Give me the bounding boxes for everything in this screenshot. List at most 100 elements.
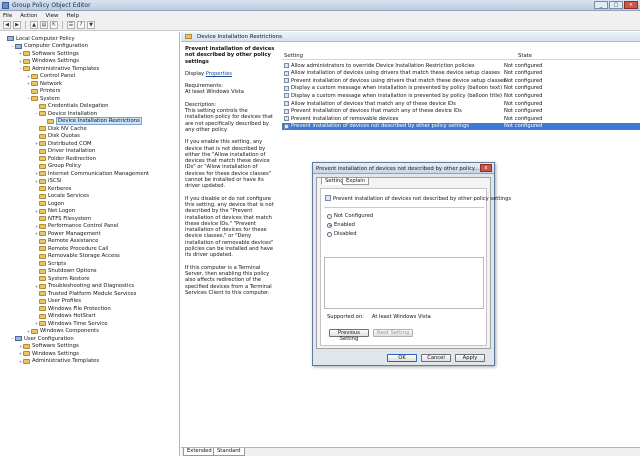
tree-item[interactable]: Logon	[34, 200, 64, 207]
back-icon[interactable]: ◀	[3, 21, 11, 29]
tab-explain[interactable]: Explain	[342, 177, 369, 185]
radio-button[interactable]	[327, 213, 332, 219]
tree-item[interactable]: + Administrative Templates	[18, 358, 99, 365]
column-setting[interactable]: Setting	[284, 53, 303, 59]
radio-not-configured[interactable]: Not Configured	[327, 213, 373, 219]
tree-item[interactable]: Windows HotStart	[34, 313, 96, 320]
folder-icon	[39, 231, 46, 236]
tree-item[interactable]: − Administrative Templates	[18, 65, 99, 72]
tree-item[interactable]: + iSCSI	[34, 178, 62, 185]
next-setting-button[interactable]: Next Setting	[373, 329, 413, 337]
tree-item[interactable]: Printers	[26, 88, 60, 95]
tree-item-label: Administrative Templates	[32, 358, 100, 364]
table-row[interactable]: Display a custom message when installati…	[282, 92, 640, 100]
tree-item[interactable]: Shutdown Options	[34, 268, 97, 275]
setting-name: Allow administrators to override Device …	[291, 62, 475, 69]
setting-state: Not configured	[504, 62, 543, 69]
tree-item[interactable]: + Distributed COM	[34, 140, 92, 147]
tree-item[interactable]: + Power Management	[34, 230, 101, 237]
tree-item[interactable]: Windows File Protection	[34, 305, 111, 312]
tree-item[interactable]: Device Installation Restrictions	[42, 117, 142, 125]
tree-item[interactable]: NTFS Filesystem	[34, 215, 91, 222]
tree-item[interactable]: − Computer Configuration	[10, 43, 88, 50]
table-row[interactable]: Allow installation of devices using driv…	[282, 70, 640, 78]
properties-link[interactable]: Properties	[206, 71, 232, 77]
forward-icon[interactable]: ▶	[13, 21, 21, 29]
tree-item[interactable]: Locale Services	[34, 193, 89, 200]
table-row[interactable]: Prevent installation of devices that mat…	[282, 108, 640, 116]
tree-item[interactable]: + Windows Settings	[18, 350, 79, 357]
up-icon[interactable]: ▲	[30, 21, 38, 29]
tree-item-label: Windows File Protection	[48, 305, 111, 312]
radio-disabled[interactable]: Disabled	[327, 231, 357, 237]
maximize-icon[interactable]: □	[609, 1, 623, 9]
tree-item[interactable]: − Device Installation	[34, 110, 97, 117]
menu-action[interactable]: Action	[20, 13, 37, 19]
tree-item[interactable]: Trusted Platform Module Services	[34, 290, 136, 297]
radio-enabled[interactable]: Enabled	[327, 222, 355, 228]
export-icon[interactable]: ⇱	[50, 21, 58, 29]
dialog-close-icon[interactable]: x	[480, 164, 492, 172]
tree-item[interactable]: Disk NV Cache	[34, 125, 87, 132]
table-row[interactable]: Display a custom message when installati…	[282, 85, 640, 93]
apply-button[interactable]: Apply	[455, 354, 485, 362]
tree-item[interactable]: + Software Settings	[18, 343, 79, 350]
cancel-button[interactable]: Cancel	[421, 354, 451, 362]
tree-item[interactable]: + Windows Settings	[18, 58, 79, 65]
table-row[interactable]: Prevent installation of devices not desc…	[282, 122, 640, 131]
description-p1: This setting controls the installation p…	[185, 108, 273, 133]
filter-icon[interactable]: ▼	[87, 21, 95, 29]
close-icon[interactable]: ×	[624, 1, 638, 9]
radio-button[interactable]	[327, 231, 332, 237]
menu-help[interactable]: Help	[67, 13, 80, 19]
tree-item[interactable]: Folder Redirection	[34, 155, 96, 162]
tree-item[interactable]: + Windows Components	[26, 328, 99, 335]
display-properties: Display Properties	[185, 71, 277, 77]
tree-item[interactable]: Driver Installation	[34, 148, 95, 155]
previous-setting-button[interactable]: Previous Setting	[329, 329, 369, 342]
properties-icon[interactable]: ☰	[67, 21, 75, 29]
tree-item-label: User Configuration	[24, 335, 74, 342]
tree-item-label: Administrative Templates	[32, 65, 100, 72]
tree-item[interactable]: User Profiles	[34, 298, 81, 305]
table-row[interactable]: Prevent installation of removable device…	[282, 115, 640, 123]
tab-standard[interactable]: Standard	[213, 448, 245, 456]
minimize-icon[interactable]: _	[594, 1, 608, 9]
table-row[interactable]: Prevent installation of devices using dr…	[282, 77, 640, 85]
tree-item[interactable]: Remote Procedure Call	[34, 245, 108, 252]
menu-file[interactable]: File	[3, 13, 12, 19]
tree-item[interactable]: + Performance Control Panel	[34, 223, 119, 230]
tree-item[interactable]: Kerberos	[34, 185, 71, 192]
tree-item[interactable]: − User Configuration	[10, 335, 74, 342]
tree-item[interactable]: System Restore	[34, 275, 90, 282]
tree-item-label: Distributed COM	[48, 140, 92, 147]
tree-item[interactable]: Scripts	[34, 260, 66, 267]
column-state[interactable]: State	[518, 53, 532, 59]
tree-item[interactable]: + Network	[26, 80, 62, 87]
tree-item[interactable]: Local Computer Policy	[2, 35, 75, 42]
tree-item[interactable]: Group Policy	[34, 163, 81, 170]
setting-state: Not configured	[504, 108, 543, 115]
tree-item[interactable]: Removable Storage Access	[34, 253, 120, 260]
tree-item[interactable]: + Internet Communication Management	[34, 170, 149, 177]
menu-view[interactable]: View	[45, 13, 58, 19]
tree-item[interactable]: Disk Quotas	[34, 133, 80, 140]
tree-item[interactable]: + Software Settings	[18, 50, 79, 57]
table-row[interactable]: Allow administrators to override Device …	[282, 62, 640, 70]
tree-item[interactable]: + Control Panel	[26, 73, 75, 80]
show-hide-tree-icon[interactable]: ▤	[40, 21, 48, 29]
help-icon[interactable]: ?	[77, 21, 85, 29]
tab-extended[interactable]: Extended	[183, 448, 216, 456]
tree-item[interactable]: + Troubleshooting and Diagnostics	[34, 283, 134, 290]
tree-item[interactable]: Credentials Delegation	[34, 103, 109, 110]
ok-button[interactable]: OK	[387, 354, 417, 362]
table-row[interactable]: Allow installation of devices that match…	[282, 100, 640, 108]
toolbar-divider	[25, 21, 26, 29]
tree-item[interactable]: Remote Assistance	[34, 238, 98, 245]
radio-button[interactable]	[327, 222, 332, 228]
tree-item[interactable]: + Net Logon	[34, 208, 75, 215]
options-box	[324, 257, 484, 309]
setting-name: Display a custom message when installati…	[291, 85, 503, 92]
tree-item[interactable]: + Windows Time Service	[34, 320, 108, 327]
tree-item[interactable]: − System	[26, 95, 60, 102]
